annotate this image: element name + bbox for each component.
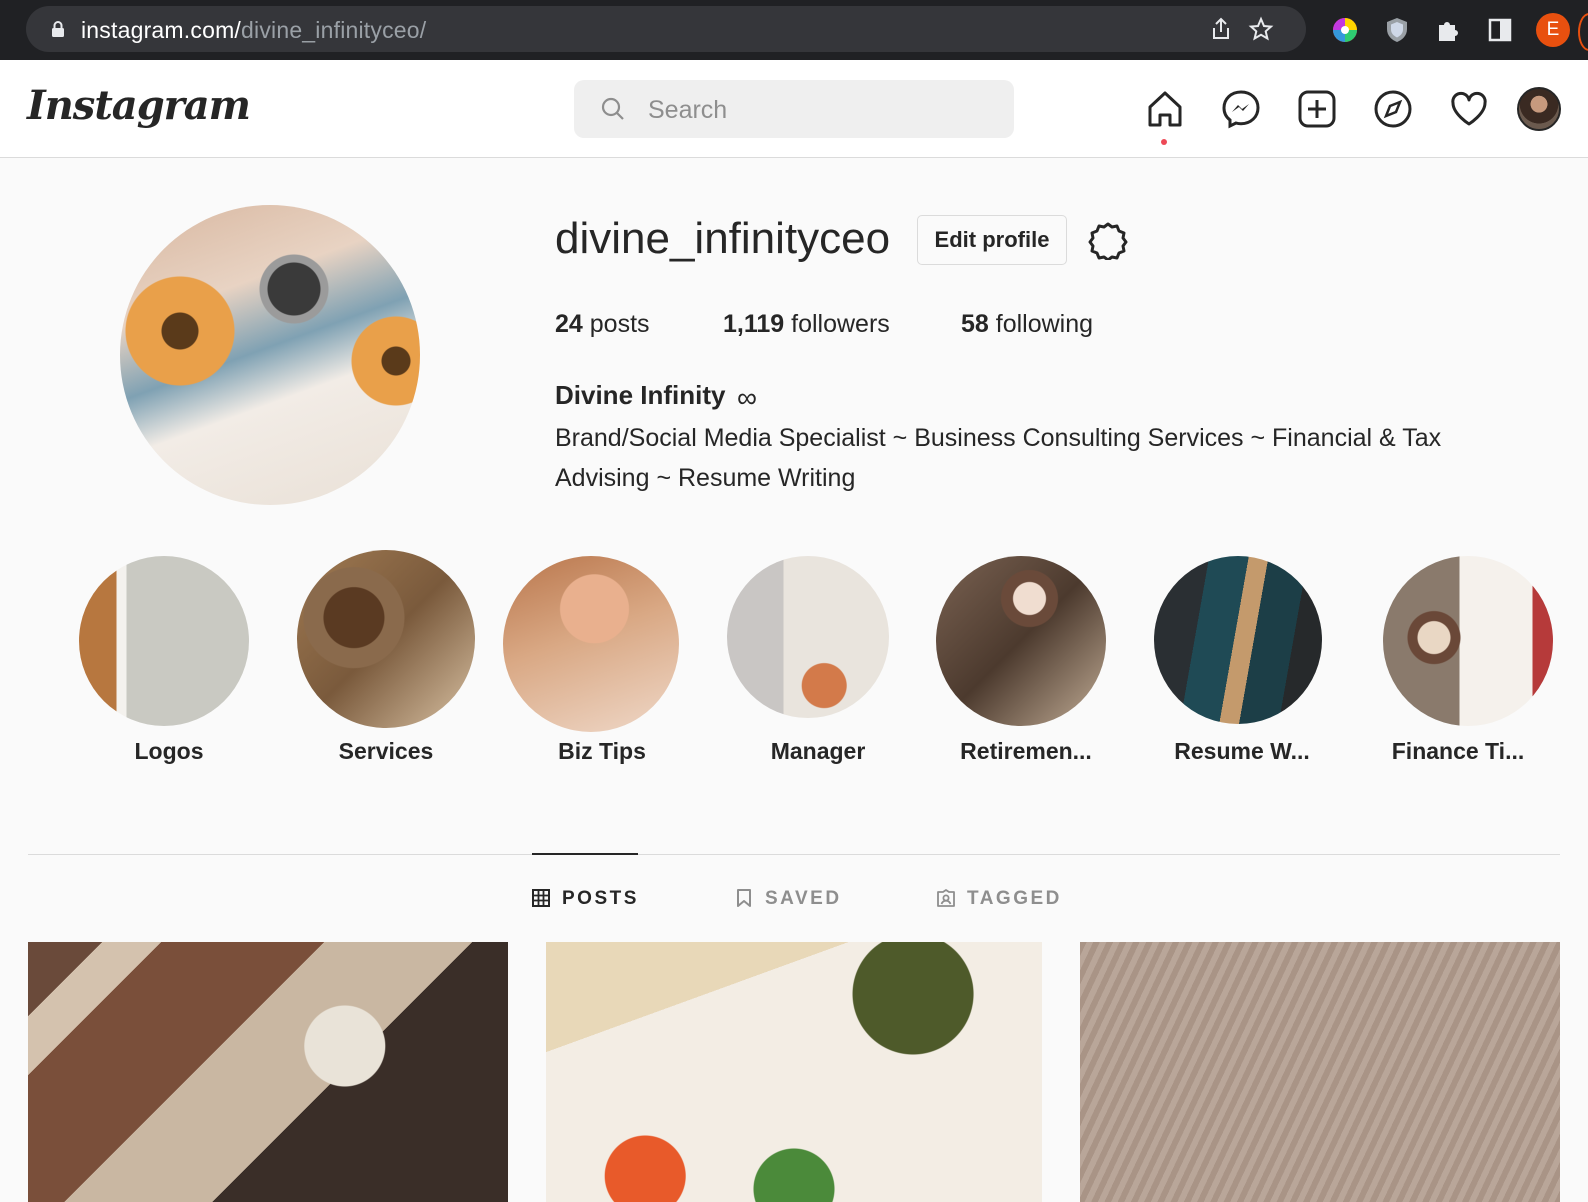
address-bar[interactable]: instagram.com/divine_infinityceo/ xyxy=(26,6,1306,52)
posts-count: 24 posts xyxy=(555,310,650,338)
highlight-services[interactable]: Services xyxy=(286,550,486,776)
instagram-logo[interactable]: Instagram xyxy=(27,82,251,129)
highlight-resume-writing[interactable]: Resume W... xyxy=(1142,556,1342,776)
url-text[interactable]: instagram.com/divine_infinityceo/ xyxy=(81,17,426,44)
share-icon[interactable] xyxy=(1208,16,1234,42)
instagram-header: Instagram xyxy=(0,60,1588,158)
explore-icon[interactable] xyxy=(1372,88,1414,130)
home-icon[interactable] xyxy=(1144,88,1186,130)
highlight-label: Logos xyxy=(134,738,204,764)
highlight-cover xyxy=(727,556,889,718)
color-wheel-icon[interactable] xyxy=(1330,15,1360,45)
sidepanel-icon[interactable] xyxy=(1485,15,1515,45)
star-icon[interactable] xyxy=(1248,16,1274,42)
highlight-label: Services xyxy=(338,738,434,764)
highlight-label: Manager xyxy=(770,738,866,764)
settings-gear-icon[interactable] xyxy=(1088,220,1128,260)
infinity-symbol: ∞ xyxy=(737,382,757,413)
search-input[interactable] xyxy=(646,94,990,126)
highlight-label: Biz Tips xyxy=(558,738,646,764)
tab-saved[interactable]: SAVED xyxy=(735,885,845,915)
bookmark-icon xyxy=(737,889,751,907)
tabs-divider xyxy=(28,854,1560,855)
activity-heart-icon[interactable] xyxy=(1448,88,1490,130)
following-count[interactable]: 58 following xyxy=(961,310,1093,339)
browser-toolbar: instagram.com/divine_infinityceo/ E xyxy=(0,0,1588,60)
tagged-user-icon xyxy=(937,889,955,907)
profile-full-name: Divine Infinity xyxy=(555,380,726,410)
lock-icon[interactable] xyxy=(48,19,68,39)
highlight-cover xyxy=(1383,556,1553,726)
highlight-label: Retiremen... xyxy=(960,738,1092,764)
post-thumbnail[interactable] xyxy=(28,942,508,1202)
highlight-label: Finance Ti... xyxy=(1391,738,1525,764)
profile-picture[interactable] xyxy=(120,205,420,505)
followers-count[interactable]: 1,119 followers xyxy=(723,310,890,339)
edit-profile-button[interactable]: Edit profile xyxy=(917,215,1067,265)
active-tab-indicator xyxy=(532,853,638,855)
highlight-logos[interactable]: Logos xyxy=(69,556,269,776)
shield-icon[interactable] xyxy=(1382,15,1412,45)
highlight-manager[interactable]: Manager xyxy=(718,556,918,776)
highlight-finance-tips[interactable]: Finance Ti... xyxy=(1358,556,1558,776)
post-thumbnail[interactable] xyxy=(546,942,1042,1202)
home-notification-dot xyxy=(1161,139,1167,145)
profile-username: divine_infinityceo xyxy=(555,214,891,263)
highlight-cover xyxy=(79,556,249,726)
highlight-cover xyxy=(297,550,475,728)
search-icon xyxy=(601,97,624,120)
search-box[interactable] xyxy=(574,80,1014,138)
highlight-biz-tips[interactable]: Biz Tips xyxy=(502,556,702,776)
highlight-cover xyxy=(503,556,679,732)
highlight-cover xyxy=(936,556,1106,726)
post-thumbnail[interactable] xyxy=(1080,942,1560,1202)
browser-menu-partial[interactable] xyxy=(1578,13,1588,51)
browser-profile-avatar[interactable]: E xyxy=(1536,13,1570,47)
messenger-icon[interactable] xyxy=(1220,88,1262,130)
puzzle-icon[interactable] xyxy=(1433,15,1463,45)
highlight-label: Resume W... xyxy=(1174,738,1310,764)
new-post-icon[interactable] xyxy=(1296,88,1338,130)
tab-tagged[interactable]: TAGGED xyxy=(937,885,1067,915)
profile-bio: Brand/Social Media Specialist ~ Business… xyxy=(555,424,1442,492)
highlight-cover xyxy=(1154,556,1322,724)
tab-posts[interactable]: POSTS xyxy=(532,885,642,915)
grid-icon xyxy=(532,889,550,907)
highlight-retirement[interactable]: Retiremen... xyxy=(926,556,1126,776)
profile-avatar[interactable] xyxy=(1517,87,1561,131)
